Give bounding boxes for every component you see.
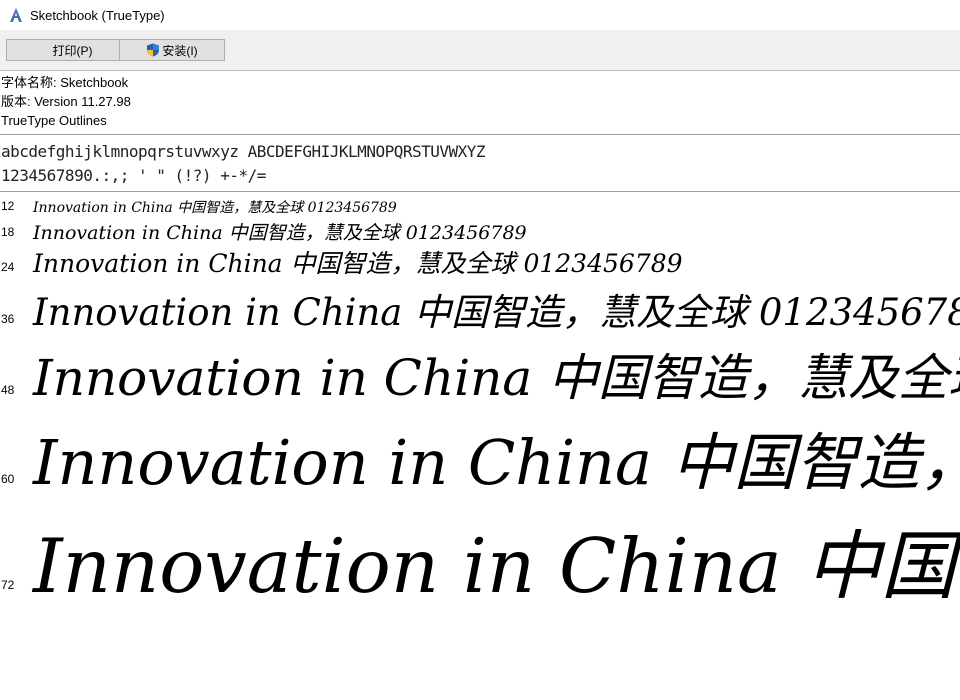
size-label: 18 [1, 225, 15, 239]
size-label: 36 [1, 312, 15, 326]
sample-row-60: 60 Innovation in China 中国智造，慧及全球 0123456… [0, 412, 960, 496]
title-bar: Sketchbook (TrueType) [0, 0, 960, 30]
font-app-icon [8, 7, 24, 23]
sample-row-24: 24 Innovation in China 中国智造，慧及全球 0123456… [0, 244, 960, 280]
charset-digits-symbols: 1234567890.:,; ' " (!?) +-*/= [1, 166, 266, 185]
sample-text: Innovation in China 中国智造，慧及全球 0123456789 [33, 349, 960, 404]
window-title: Sketchbook (TrueType) [30, 7, 165, 23]
size-label: 60 [1, 472, 15, 486]
install-button[interactable]: 安装(I) [119, 39, 225, 61]
font-name-line: 字体名称: Sketchbook [1, 75, 129, 90]
install-button-label: 安装(I) [162, 43, 198, 58]
sample-text: Innovation in China 中国智造，慧及全球 0123456789 [33, 222, 527, 244]
sample-row-48: 48 Innovation in China 中国智造，慧及全球 0123456… [0, 338, 960, 404]
font-outline-type-line: TrueType Outlines [1, 113, 107, 128]
sample-text: Innovation in China 中国智造，慧及全球 0123456789 [33, 522, 960, 610]
sample-row-12: 12 Innovation in China 中国智造，慧及全球 0123456… [0, 196, 960, 218]
size-label: 24 [1, 260, 15, 274]
font-version-line: 版本: Version 11.27.98 [1, 94, 131, 109]
toolbar: 打印(P) 安装(I) [0, 30, 960, 71]
sample-text: Innovation in China 中国智造，慧及全球 0123456789 [33, 200, 397, 216]
divider [0, 134, 960, 135]
divider [0, 191, 960, 192]
uac-shield-icon [146, 43, 160, 57]
sample-text: Innovation in China 中国智造，慧及全球 0123456789 [33, 249, 683, 278]
print-button-label: 打印(P) [52, 43, 93, 58]
sample-row-36: 36 Innovation in China 中国智造，慧及全球 0123456… [0, 282, 960, 332]
size-label: 48 [1, 383, 15, 397]
sample-row-18: 18 Innovation in China 中国智造，慧及全球 0123456… [0, 218, 960, 244]
size-label: 72 [1, 578, 15, 592]
charset-letters: abcdefghijklmnopqrstuvwxyz ABCDEFGHIJKLM… [1, 142, 486, 161]
size-label: 12 [1, 199, 15, 213]
sample-row-72: 72 Innovation in China 中国智造，慧及全球 0123456… [0, 505, 960, 610]
sample-text: Innovation in China 中国智造，慧及全球 0123456789 [33, 426, 960, 496]
sample-text: Innovation in China 中国智造，慧及全球 0123456789 [33, 291, 960, 332]
